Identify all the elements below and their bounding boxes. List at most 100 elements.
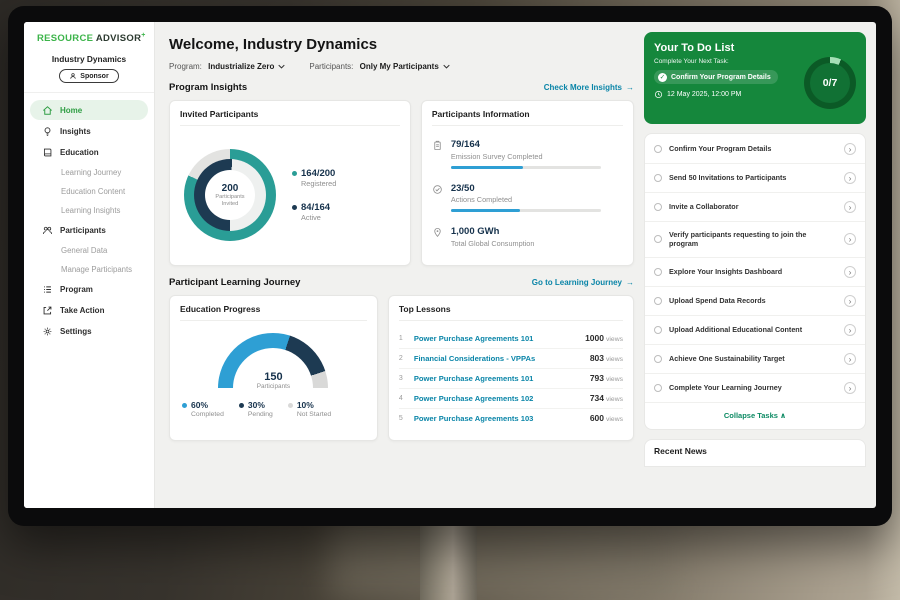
participants-dropdown[interactable]: Only My Participants [360,62,450,71]
next-task-chip[interactable]: ✓ Confirm Your Program Details [654,70,778,84]
lesson-link[interactable]: Power Purchase Agreements 103 [414,414,583,423]
legend-item-not-started: 10% Not Started [288,400,331,419]
nav-label: Education Content [61,187,125,196]
legend-label: Pending [248,411,273,419]
sidebar-item-manage-participants[interactable]: Manage Participants [30,260,148,278]
brand-resource: RESOURCE [37,33,93,44]
chevron-down-icon [443,64,450,69]
program-dropdown[interactable]: Industrialize Zero [208,62,285,71]
card-title: Top Lessons [399,304,623,321]
task-row[interactable]: Explore Your Insights Dashboard › [645,258,865,287]
program-filter: Program: Industrialize Zero [169,62,285,71]
lesson-link[interactable]: Power Purchase Agreements 101 [414,334,578,343]
invited-donut-center: 200 Participants Invited [205,170,255,220]
task-row[interactable]: Confirm Your Program Details › [645,135,865,164]
task-row[interactable]: Verify participants requesting to join t… [645,222,865,258]
nav-label: Education [60,148,99,157]
task-chevron-button[interactable]: › [844,172,856,184]
sidebar-item-education-content[interactable]: Education Content [30,182,148,200]
task-row[interactable]: Upload Spend Data Records › [645,287,865,316]
nav-label: Settings [60,327,92,336]
task-checkbox[interactable] [654,235,662,243]
task-checkbox[interactable] [654,297,662,305]
legend-item-registered: 164/200 Registered [292,168,336,189]
lesson-row: 2 Financial Considerations - VPPAs 803vi… [399,349,623,369]
sponsor-badge[interactable]: Sponsor [59,69,118,83]
info-progress-fill [451,166,523,169]
dashboard-screen: RESOURCE ADVISOR+ Industry Dynamics Spon… [24,22,876,508]
task-checkbox[interactable] [654,145,662,153]
org-name: Industry Dynamics [32,54,146,64]
legend-item-active: 84/164 Active [292,202,336,223]
todo-title: Your To Do List [654,42,856,54]
info-value: 1,000 GWh [451,226,535,237]
task-checkbox[interactable] [654,355,662,363]
lesson-rank: 2 [399,355,407,362]
task-checkbox[interactable] [654,326,662,334]
sidebar-item-program[interactable]: Program [30,279,148,299]
lesson-link[interactable]: Power Purchase Agreements 101 [414,374,583,383]
legend-percent: 10% [297,400,314,410]
task-chevron-button[interactable]: › [844,353,856,365]
task-row[interactable]: Send 50 Invitations to Participants › [645,164,865,193]
sidebar-item-take-action[interactable]: Take Action [30,300,148,320]
sidebar-item-participants[interactable]: Participants [30,220,148,240]
card-title: Invited Participants [180,109,400,126]
info-progress-track [451,209,601,212]
participants-filter-label: Participants: [309,62,353,71]
sidebar-nav: Home Insights Education Learning Journey [24,93,154,341]
lesson-rank: 3 [399,375,407,382]
program-dropdown-value: Industrialize Zero [208,62,274,71]
arrow-right-icon: → [626,83,634,92]
check-icon: ✓ [658,73,667,82]
arrow-right-icon: → [626,278,634,287]
clock-icon [654,90,663,99]
info-progress-track [451,166,601,169]
task-chevron-button[interactable]: › [844,324,856,336]
book-icon [42,147,53,158]
lesson-views: 803views [590,353,623,363]
task-chevron-button[interactable]: › [844,295,856,307]
home-icon [42,105,53,116]
task-checkbox[interactable] [654,174,662,182]
lesson-link[interactable]: Financial Considerations - VPPAs [414,354,583,363]
lesson-views-count: 734 [590,393,604,403]
section-title-learning-journey: Participant Learning Journey [169,277,300,288]
lesson-views: 734views [590,393,623,403]
sidebar-item-general-data[interactable]: General Data [30,241,148,259]
nav-label: Take Action [60,306,104,315]
task-row[interactable]: Complete Your Learning Journey › [645,374,865,403]
sidebar-item-learning-journey[interactable]: Learning Journey [30,163,148,181]
task-chevron-button[interactable]: › [844,233,856,245]
task-checkbox[interactable] [654,268,662,276]
go-to-learning-journey-link[interactable]: Go to Learning Journey → [532,278,634,287]
sidebar-item-learning-insights[interactable]: Learning Insights [30,201,148,219]
task-chevron-button[interactable]: › [844,266,856,278]
lesson-views-count: 793 [590,373,604,383]
monitor-bezel: RESOURCE ADVISOR+ Industry Dynamics Spon… [8,6,892,526]
task-row[interactable]: Upload Additional Educational Content › [645,316,865,345]
task-label: Verify participants requesting to join t… [669,230,837,249]
clipboard-icon [432,140,443,151]
task-chevron-button[interactable]: › [844,382,856,394]
task-chevron-button[interactable]: › [844,201,856,213]
sidebar-item-settings[interactable]: Settings [30,321,148,341]
learning-journey-header: Participant Learning Journey Go to Learn… [169,277,634,288]
action-arrow-icon [42,305,53,316]
sidebar-item-home[interactable]: Home [30,100,148,120]
check-more-insights-link[interactable]: Check More Insights → [544,83,634,92]
sidebar-item-education[interactable]: Education [30,142,148,162]
task-row[interactable]: Achieve One Sustainability Target › [645,345,865,374]
collapse-tasks-link[interactable]: Collapse Tasks ∧ [645,403,865,428]
lesson-views: 793views [590,373,623,383]
sidebar-item-insights[interactable]: Insights [30,121,148,141]
task-label: Send 50 Invitations to Participants [669,173,837,182]
learning-cards-row: Education Progress 150 Participants 60 [169,295,634,441]
lesson-link[interactable]: Power Purchase Agreements 102 [414,394,583,403]
monitor-stand [420,524,477,600]
task-row[interactable]: Invite a Collaborator › [645,193,865,222]
task-checkbox[interactable] [654,203,662,211]
task-checkbox[interactable] [654,384,662,392]
task-label: Upload Spend Data Records [669,296,837,305]
task-chevron-button[interactable]: › [844,143,856,155]
